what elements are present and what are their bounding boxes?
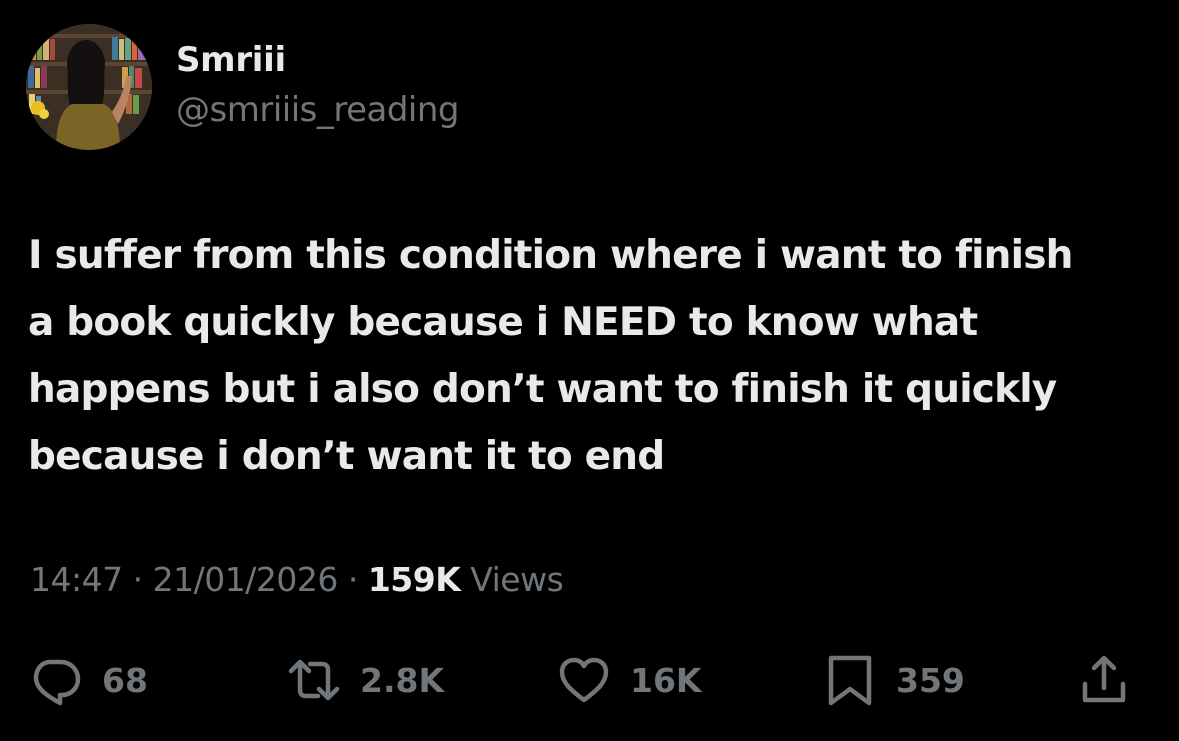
profile-photo-image xyxy=(26,24,152,150)
action-bar: 68 2.8K 16K 359 xyxy=(0,648,1179,712)
like-count: 16K xyxy=(630,660,702,700)
meta-separator: · xyxy=(347,560,359,599)
views-count[interactable]: 159K xyxy=(368,560,461,599)
bookmark-button[interactable]: 359 xyxy=(822,648,965,712)
reply-button[interactable]: 68 xyxy=(28,648,148,712)
like-button[interactable]: 16K xyxy=(556,648,702,712)
bookmark-count: 359 xyxy=(896,660,965,700)
repost-icon xyxy=(288,659,340,701)
tweet-text: I suffer from this condition where i wan… xyxy=(28,233,1073,479)
avatar[interactable] xyxy=(26,24,152,150)
heart-icon xyxy=(559,657,609,703)
display-name[interactable]: Smriii xyxy=(176,40,286,80)
share-button[interactable] xyxy=(1076,648,1132,712)
tweet-time[interactable]: 14:47 xyxy=(30,560,123,599)
user-handle[interactable]: @smriiis_reading xyxy=(176,90,460,130)
share-icon xyxy=(1082,655,1126,703)
tweet-date[interactable]: 21/01/2026 xyxy=(153,560,339,599)
views-label: Views xyxy=(470,560,564,599)
meta-separator: · xyxy=(132,560,144,599)
repost-button[interactable]: 2.8K xyxy=(286,648,444,712)
tweet-meta: 14:47 · 21/01/2026 · 159K Views xyxy=(30,560,564,599)
repost-count: 2.8K xyxy=(360,660,445,700)
reply-icon xyxy=(33,659,81,706)
reply-count: 68 xyxy=(102,660,148,700)
bookmark-icon xyxy=(828,655,872,706)
